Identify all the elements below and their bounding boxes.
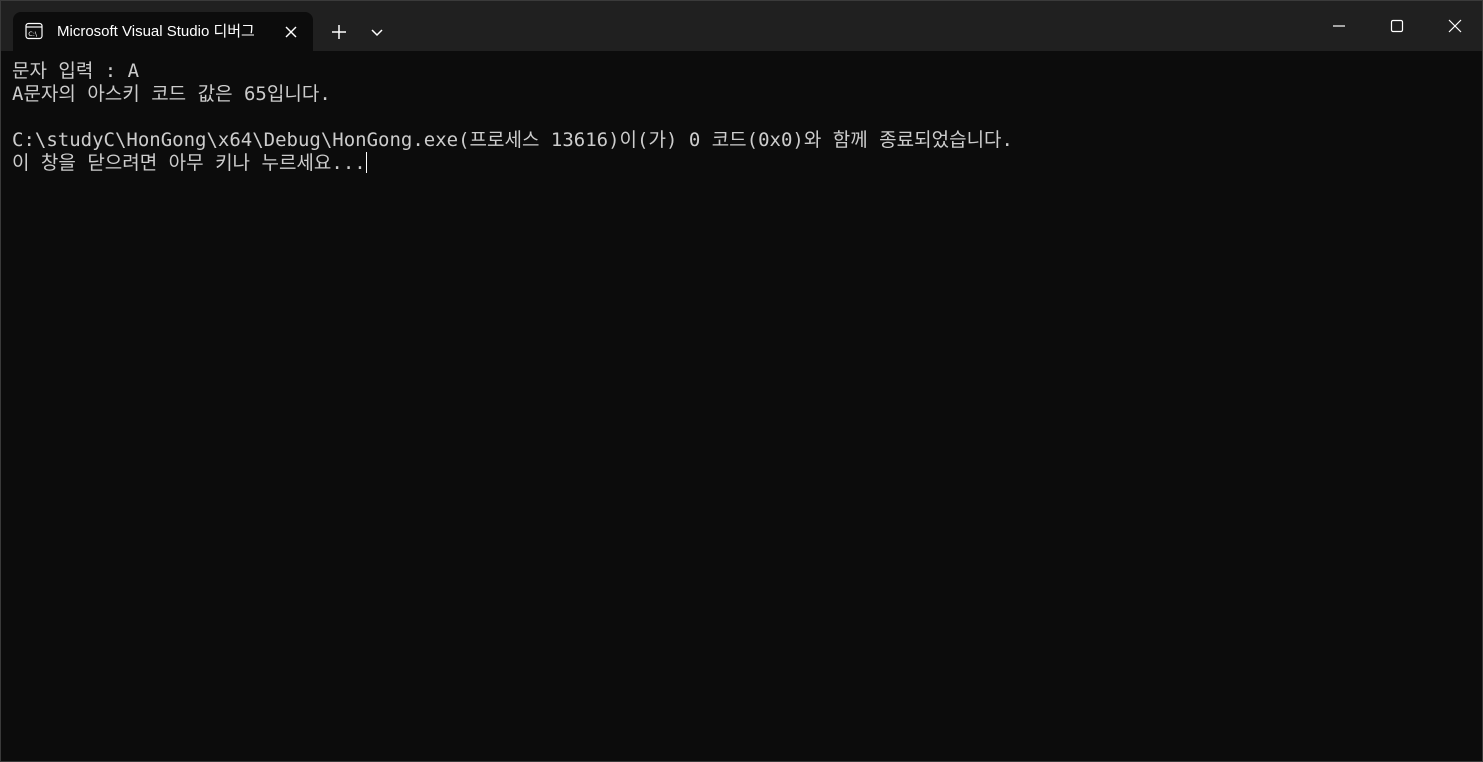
maximize-button[interactable] (1368, 1, 1426, 51)
new-tab-button[interactable] (323, 17, 355, 47)
console-output[interactable]: 문자 입력 : A A문자의 아스키 코드 값은 65입니다. C:\study… (1, 51, 1482, 761)
console-line: 이 창을 닫으려면 아무 키나 누르세요... (12, 152, 366, 174)
close-window-button[interactable] (1426, 1, 1482, 51)
close-icon[interactable] (283, 24, 299, 40)
minimize-button[interactable] (1310, 1, 1368, 51)
tab-debug-console[interactable]: C:\ Microsoft Visual Studio 디버그 (13, 12, 313, 51)
svg-text:C:\: C:\ (28, 30, 38, 38)
chevron-down-icon (361, 29, 393, 51)
console-line-prompt: 이 창을 닫으려면 아무 키나 누르세요... (12, 152, 1471, 175)
tab-title: Microsoft Visual Studio 디버그 (57, 23, 255, 40)
console-icon: C:\ (25, 22, 43, 40)
text-cursor (365, 152, 367, 173)
console-line: C:\studyC\HonGong\x64\Debug\HonGong.exe(… (12, 129, 1013, 151)
console-line: A문자의 아스키 코드 값은 65입니다. (12, 83, 331, 105)
console-line: 문자 입력 : A (12, 60, 140, 82)
terminal-window: C:\ Microsoft Visual Studio 디버그 문자 입력: … (0, 0, 1483, 762)
plus-icon (323, 25, 355, 51)
title-bar: C:\ Microsoft Visual Studio 디버그 (1, 1, 1482, 51)
tab-dropdown-button[interactable] (361, 17, 393, 47)
